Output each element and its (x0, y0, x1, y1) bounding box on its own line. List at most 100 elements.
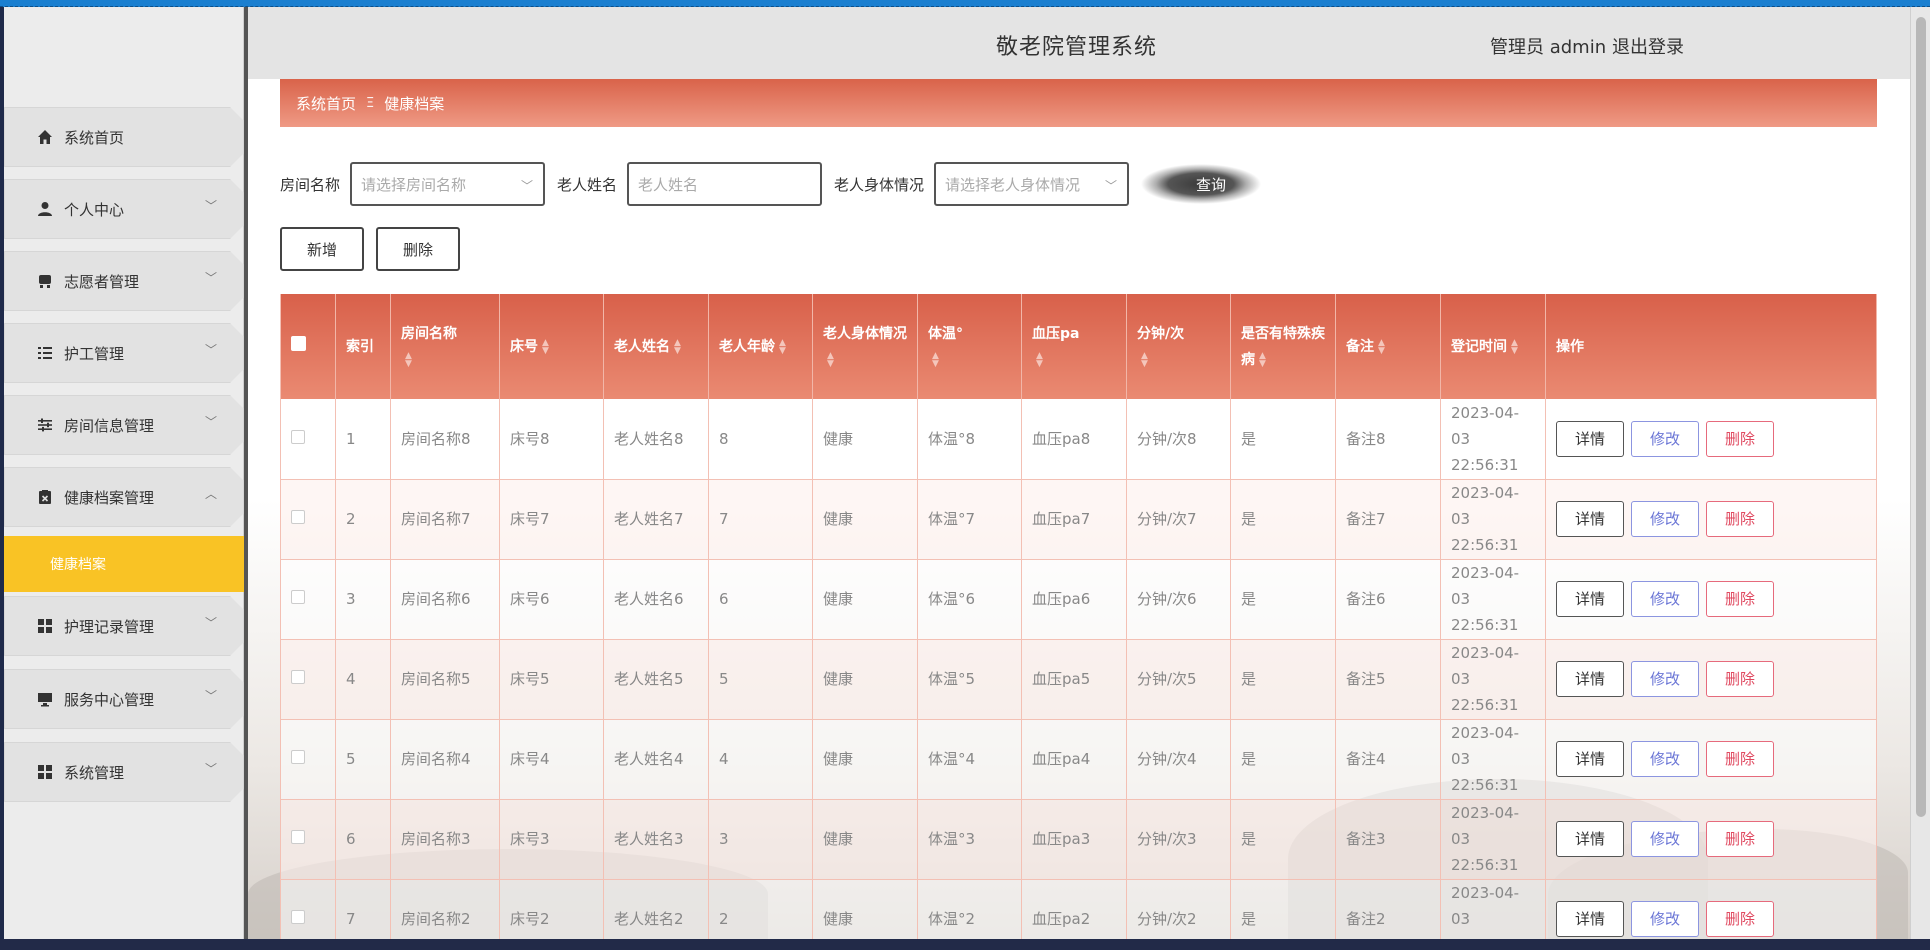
sidebar-item-volunteer[interactable]: 志愿者管理 ﹀ (4, 251, 244, 311)
col-header-bed[interactable]: 床号 ▲ ▼ (499, 294, 604, 399)
cell-temp: 体温°5 (917, 639, 1022, 720)
sort-icon[interactable]: ▲ ▼ (932, 351, 939, 368)
cell-age: 3 (708, 799, 813, 880)
delete-button[interactable]: 删除 (1706, 420, 1774, 457)
sidebar-item-room[interactable]: 房间信息管理 ﹀ (4, 395, 244, 455)
cell-freq: 分钟/次2 (1126, 879, 1231, 939)
sidebar-subitem-health-record[interactable]: 健康档案 (4, 536, 244, 592)
detail-button[interactable]: 详情 (1556, 501, 1624, 537)
col-header-special[interactable]: 是否有特殊疾病 ▲ ▼ (1230, 294, 1336, 399)
sidebar-item-label: 系统管理 (64, 763, 125, 782)
taskbar-strip (0, 939, 1930, 950)
room-name-select[interactable]: 请选择房间名称 ﹀ (350, 162, 546, 206)
sort-icon[interactable]: ▲ ▼ (1141, 351, 1148, 368)
breadcrumb-current: 健康档案 (384, 94, 445, 113)
scrollbar-thumb[interactable] (1916, 17, 1926, 817)
edit-button[interactable]: 修改 (1631, 501, 1699, 537)
row-checkbox[interactable] (291, 910, 305, 924)
delete-button[interactable]: 删除 (1706, 741, 1774, 777)
col-header-ops: 操作 (1545, 294, 1877, 399)
edit-button[interactable]: 修改 (1631, 581, 1699, 617)
row-select-cell (280, 399, 336, 480)
sort-icon[interactable]: ▲ ▼ (405, 351, 412, 368)
detail-button[interactable]: 详情 (1556, 661, 1624, 697)
row-select-cell (280, 879, 336, 939)
col-header-age[interactable]: 老人年龄 ▲ ▼ (708, 294, 813, 399)
edit-button[interactable]: 修改 (1631, 420, 1699, 457)
sidebar-item-nursing-record[interactable]: 护理记录管理 ﹀ (4, 596, 244, 656)
sort-icon[interactable]: ▲ ▼ (542, 338, 549, 355)
elder-name-input[interactable]: 老人姓名 (627, 162, 823, 206)
detail-button[interactable]: 详情 (1556, 741, 1624, 777)
sidebar-item-service[interactable]: 服务中心管理 ﹀ (4, 669, 244, 729)
sidebar-item-home[interactable]: 系统首页 (4, 107, 244, 167)
batch-delete-button[interactable]: 删除 (376, 227, 460, 271)
col-header-bp[interactable]: 血压pa ▲ ▼ (1021, 294, 1127, 399)
sort-icon[interactable]: ▲ ▼ (1378, 338, 1385, 355)
delete-button[interactable]: 删除 (1706, 901, 1774, 937)
sidebar-item-personal[interactable]: 个人中心 ﹀ (4, 179, 244, 239)
detail-button[interactable]: 详情 (1556, 821, 1624, 857)
sort-icon[interactable]: ▲ ▼ (674, 338, 681, 355)
select-all-header (280, 294, 336, 399)
col-header-elder-name[interactable]: 老人姓名 ▲ ▼ (603, 294, 709, 399)
vertical-scrollbar[interactable] (1910, 7, 1930, 939)
cell-temp: 体温°8 (917, 399, 1022, 480)
cell-ops: 详情 修改 删除 (1545, 399, 1877, 480)
col-header-label: 索引 (346, 338, 374, 355)
sort-icon[interactable]: ▲ ▼ (827, 351, 834, 368)
sort-icon[interactable]: ▲ ▼ (779, 338, 786, 355)
edit-button[interactable]: 修改 (1631, 661, 1699, 697)
cell-note: 备注2 (1335, 879, 1441, 939)
sort-icon[interactable]: ▲ ▼ (1036, 351, 1043, 368)
chevron-up-icon: ︿ (204, 487, 217, 501)
cell-note: 备注4 (1335, 719, 1441, 800)
row-checkbox[interactable] (291, 750, 305, 764)
row-checkbox[interactable] (291, 510, 305, 524)
cell-idx: 3 (335, 559, 391, 640)
cell-age: 7 (708, 479, 813, 560)
col-header-label: 分钟/次 (1137, 325, 1185, 342)
room-name-placeholder: 请选择房间名称 (361, 175, 467, 194)
sidebar-item-system[interactable]: 系统管理 ﹀ (4, 742, 244, 802)
sidebar-item-health[interactable]: 健康档案管理 ︿ (4, 467, 244, 527)
edit-button[interactable]: 修改 (1631, 821, 1699, 857)
add-button[interactable]: 新增 (280, 227, 364, 271)
row-checkbox[interactable] (291, 830, 305, 844)
health-status-placeholder: 请选择老人身体情况 (945, 175, 1081, 194)
col-header-time[interactable]: 登记时间 ▲ ▼ (1440, 294, 1546, 399)
sidebar-item-caregiver[interactable]: 护工管理 ﹀ (4, 323, 244, 383)
row-checkbox[interactable] (291, 590, 305, 604)
delete-button[interactable]: 删除 (1706, 501, 1774, 537)
col-header-room[interactable]: 房间名称 ▲ ▼ (390, 294, 500, 399)
col-header-note[interactable]: 备注 ▲ ▼ (1335, 294, 1441, 399)
cell-time: 2023-04-03 22:56:31 (1440, 559, 1546, 640)
cell-bp: 血压pa5 (1021, 639, 1127, 720)
row-checkbox[interactable] (291, 429, 305, 444)
row-select-cell (280, 639, 336, 720)
sidebar: 系统首页 个人中心 ﹀ 志愿者管理 ﹀ 护工管理 ﹀ 房间信息管理 ﹀ 健康档案… (4, 7, 244, 939)
col-header-temp[interactable]: 体温° ▲ ▼ (917, 294, 1022, 399)
col-header-health[interactable]: 老人身体情况 ▲ ▼ (812, 294, 918, 399)
health-status-select[interactable]: 请选择老人身体情况 ﹀ (934, 162, 1130, 206)
edit-button[interactable]: 修改 (1631, 741, 1699, 777)
breadcrumb-home[interactable]: 系统首页 (296, 93, 356, 114)
detail-button[interactable]: 详情 (1556, 420, 1624, 457)
sort-icon[interactable]: ▲ ▼ (1511, 338, 1518, 355)
select-all-checkbox[interactable] (291, 335, 306, 351)
cell-time: 2023-04-03 22:56:31 (1440, 639, 1546, 720)
query-button[interactable]: 查询 (1141, 161, 1282, 207)
col-header-freq[interactable]: 分钟/次 ▲ ▼ (1126, 294, 1231, 399)
delete-button[interactable]: 删除 (1706, 661, 1774, 697)
edit-button[interactable]: 修改 (1631, 901, 1699, 937)
detail-button[interactable]: 详情 (1556, 901, 1624, 937)
delete-button[interactable]: 删除 (1706, 821, 1774, 857)
chevron-down-icon: ﹀ (204, 616, 217, 630)
delete-button[interactable]: 删除 (1706, 581, 1774, 617)
row-checkbox[interactable] (291, 670, 305, 684)
sort-icon[interactable]: ▲ ▼ (1259, 351, 1266, 368)
col-header-label: 备注 (1346, 338, 1374, 355)
logout-link[interactable]: 退出登录 (1612, 33, 1684, 59)
detail-button[interactable]: 详情 (1556, 581, 1624, 617)
cell-note: 备注5 (1335, 639, 1441, 720)
